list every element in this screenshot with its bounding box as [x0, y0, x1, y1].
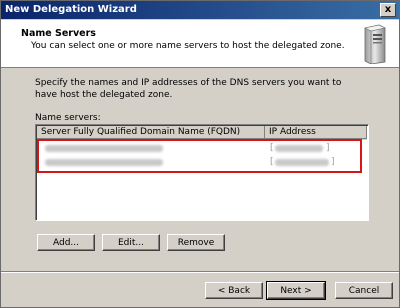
page-title: Name Servers — [21, 28, 96, 39]
list-header: Server Fully Qualified Domain Name (FQDN… — [37, 126, 367, 140]
column-header-ip[interactable]: IP Address — [265, 126, 367, 139]
footer-divider — [1, 271, 399, 273]
next-button[interactable]: Next > — [266, 281, 326, 300]
page-subtitle: You can select one or more name servers … — [31, 41, 345, 51]
column-header-fqdn[interactable]: Server Fully Qualified Domain Name (FQDN… — [37, 126, 265, 139]
close-button[interactable]: x — [380, 3, 396, 17]
edit-button[interactable]: Edit... — [102, 234, 160, 251]
wizard-window: New Delegation Wizard x Name Servers You… — [0, 0, 400, 308]
wizard-header: Name Servers You can select one or more … — [1, 20, 399, 68]
remove-button[interactable]: Remove — [167, 234, 225, 251]
cancel-button[interactable]: Cancel — [335, 282, 393, 299]
window-title: New Delegation Wizard — [5, 4, 137, 15]
name-servers-label: Name servers: — [35, 113, 101, 123]
add-button[interactable]: Add... — [37, 234, 95, 251]
highlight-annotation — [37, 139, 362, 173]
server-icon — [364, 24, 386, 64]
back-button[interactable]: < Back — [205, 282, 263, 299]
instructions-text: Specify the names and IP addresses of th… — [35, 78, 342, 100]
close-icon: x — [384, 4, 392, 15]
title-bar: New Delegation Wizard x — [1, 1, 399, 19]
